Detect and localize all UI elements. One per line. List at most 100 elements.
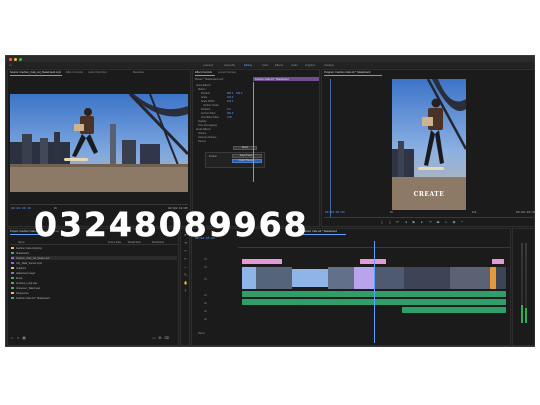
project-item[interactable]: Fashion Cafe Ad * Skateboard (11, 296, 177, 300)
video-clip[interactable] (242, 267, 256, 289)
razor-tool-icon[interactable]: ✂ (184, 257, 188, 261)
timeline-playhead[interactable] (374, 241, 375, 343)
tab-program[interactable]: Program: Fashion Cafe Ad * Skateboard (324, 71, 370, 74)
maximize-window-icon[interactable] (19, 57, 22, 61)
lift-icon[interactable]: ⏏ (436, 220, 440, 224)
ripple-edit-tool-icon[interactable]: ⇿ (184, 249, 188, 253)
tab-lumetri-scopes[interactable]: Lumetri Scopes (218, 71, 236, 74)
video-clip[interactable] (292, 269, 328, 287)
extract-icon[interactable]: ⌅ (444, 220, 448, 224)
audio-clip[interactable] (242, 299, 302, 305)
project-item[interactable]: Music (11, 276, 177, 280)
project-item[interactable]: Fashion Cafe Ad.prproj (11, 246, 177, 250)
project-item[interactable]: City_Walk_Sunset.mp4 (11, 261, 177, 265)
ec-anchor-value[interactable]: 960.0 (227, 112, 233, 115)
workspace-tab-audio[interactable]: Audio (291, 64, 298, 67)
track-a2-label[interactable]: A2 (204, 303, 207, 305)
project-item[interactable]: Graphics (11, 266, 177, 270)
ec-panner[interactable]: Panner (198, 140, 206, 143)
hand-tool-icon[interactable]: ✋ (184, 281, 188, 285)
ec-import-presets-button[interactable]: Import Presets... (232, 159, 262, 163)
home-icon[interactable]: ⌂ (9, 63, 13, 67)
new-item-icon[interactable]: ⊞ (158, 336, 162, 340)
type-tool-icon[interactable]: T (184, 289, 188, 293)
ec-motion[interactable]: Motion (198, 88, 206, 91)
tab-metadata[interactable]: Metadata (133, 71, 144, 74)
ec-channel-volume[interactable]: Channel Volume (198, 136, 216, 139)
source-timecode[interactable]: 00:00:03:16 (11, 207, 31, 210)
tab-effect-controls[interactable]: Effect Controls (195, 71, 212, 74)
project-item[interactable]: Voiceover_Take2.wav (11, 286, 177, 290)
project-item[interactable]: Adjustment Layer (11, 271, 177, 275)
ec-opacity[interactable]: Opacity (198, 120, 206, 123)
track-master-label[interactable]: Master (198, 333, 205, 335)
ec-volume[interactable]: Volume (198, 132, 206, 135)
new-bin-icon[interactable]: ▭ (152, 336, 156, 340)
ec-uniform-scale[interactable]: Uniform Scale (203, 104, 219, 107)
pen-tool-icon[interactable]: ✎ (184, 273, 188, 277)
lock-icon[interactable]: ⌂ (10, 336, 14, 340)
step-forward-icon[interactable]: ▸ (420, 220, 424, 224)
minimize-window-icon[interactable] (14, 57, 17, 61)
workspace-tab-editing[interactable]: Editing (244, 64, 252, 67)
workspace-tab-assembly[interactable]: Assembly (224, 64, 235, 67)
ec-scale-width-value[interactable]: 100.0 (227, 100, 233, 103)
project-item[interactable]: Fashion_Cafe_Ad_Skate.mp4 (11, 256, 177, 261)
track-a1-label[interactable]: A1 (204, 295, 207, 297)
video-clip-thumb[interactable] (450, 267, 490, 289)
close-window-icon[interactable] (9, 57, 12, 61)
video-clip[interactable] (354, 267, 374, 289)
export-frame-icon[interactable]: ◉ (452, 220, 456, 224)
video-clip-thumb[interactable] (496, 267, 506, 289)
program-timecode[interactable]: 00:00:05:01 (325, 211, 345, 214)
graphics-clip[interactable] (360, 259, 386, 264)
ec-clip-label[interactable]: Master * Skateboard.mp4 (195, 78, 223, 81)
workspace-tab-effects[interactable]: Effects (275, 64, 283, 67)
mark-out-icon[interactable]: } (388, 220, 392, 224)
tab-source[interactable]: Source: Fashion_Cafe_Ad_Skateboard.mp4 (10, 71, 61, 74)
workspace-tab-color[interactable]: Color (262, 64, 268, 67)
play-icon[interactable]: ▶ (412, 220, 416, 224)
program-fit-select[interactable]: Fit (390, 211, 393, 214)
ec-position-x[interactable]: 960.0 (227, 92, 233, 95)
step-back-icon[interactable]: ◂ (404, 220, 408, 224)
source-video-frame[interactable] (10, 94, 188, 192)
ec-playhead[interactable] (253, 82, 254, 182)
program-resolution-select[interactable]: Full (472, 211, 476, 214)
button-editor-icon[interactable]: + (460, 220, 464, 224)
program-scrub-bar[interactable] (324, 217, 534, 218)
audio-clip[interactable] (342, 291, 506, 297)
icon-view-icon[interactable]: ▦ (22, 336, 26, 340)
graphics-clip[interactable] (242, 259, 282, 264)
tab-audio-clip-mixer[interactable]: Audio Clip Mixer (88, 71, 107, 74)
ec-anti-flicker-value[interactable]: 0.00 (227, 116, 232, 119)
project-item[interactable]: Sequences (11, 291, 177, 295)
graphics-clip[interactable] (492, 259, 504, 264)
workspace-tab-learning[interactable]: Learning (203, 64, 213, 67)
track-a4-label[interactable]: A4 (204, 319, 207, 321)
project-item[interactable]: Ambient_Loop.wav (11, 281, 177, 285)
tab-effect-controls-source[interactable]: Effect Controls (66, 71, 83, 74)
clear-icon[interactable]: ⌫ (164, 336, 169, 340)
track-v3-label[interactable]: V3 (204, 259, 207, 261)
ec-rotation-value[interactable]: 0.0 (227, 108, 230, 111)
go-to-out-icon[interactable]: ⇥ (428, 220, 432, 224)
workspace-tab-graphics[interactable]: Graphics (305, 64, 315, 67)
slip-tool-icon[interactable]: ↔ (184, 265, 188, 269)
list-view-icon[interactable]: ≡ (16, 336, 20, 340)
ec-time-remapping[interactable]: Time Remapping (198, 124, 217, 127)
track-v2-label[interactable]: V2 (204, 267, 207, 269)
project-item[interactable]: Skateboard (11, 251, 177, 255)
audio-clip[interactable] (242, 291, 342, 297)
program-playhead-marker[interactable] (330, 79, 331, 217)
go-to-in-icon[interactable]: ⇤ (396, 220, 400, 224)
video-clip-thumb[interactable] (256, 267, 292, 289)
video-clip-thumb[interactable] (374, 267, 404, 289)
mark-in-icon[interactable]: { (380, 220, 384, 224)
video-clip-thumb[interactable] (328, 267, 354, 289)
program-video-frame[interactable]: CREATE (392, 79, 466, 210)
col-name[interactable]: Name (18, 241, 25, 244)
track-a3-label[interactable]: A3 (204, 311, 207, 313)
audio-clip[interactable] (402, 307, 506, 313)
workspace-tab-libraries[interactable]: Libraries (324, 64, 334, 67)
